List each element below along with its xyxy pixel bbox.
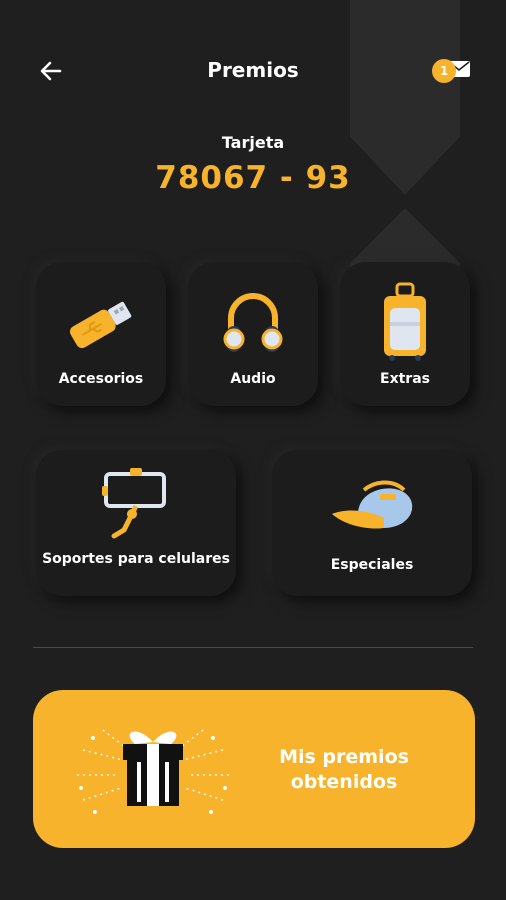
gift-icon bbox=[77, 729, 229, 814]
cap-icon bbox=[332, 480, 413, 529]
usb-drive-icon bbox=[69, 301, 132, 349]
category-soportes[interactable]: Soportes para celulares bbox=[36, 450, 236, 596]
category-label: Soportes para celulares bbox=[42, 551, 230, 567]
category-especiales[interactable]: Especiales bbox=[272, 450, 472, 596]
category-accesorios[interactable]: Accesorios bbox=[36, 262, 166, 406]
my-prizes-label: Mis premios obtenidos bbox=[279, 746, 409, 793]
app-header: Premios 1 bbox=[0, 40, 506, 100]
category-audio[interactable]: Audio bbox=[188, 262, 318, 406]
notification-badge: 1 bbox=[432, 59, 456, 83]
category-extras[interactable]: Extras bbox=[340, 262, 470, 406]
page-title: Premios bbox=[207, 58, 299, 82]
divider bbox=[33, 647, 473, 648]
card-number: 78067 - 93 bbox=[155, 160, 351, 196]
category-label: Especiales bbox=[330, 557, 414, 573]
selfie-stick-icon bbox=[102, 468, 166, 539]
suitcase-icon bbox=[384, 282, 426, 361]
category-label: Audio bbox=[230, 371, 276, 387]
messages-button[interactable]: 1 bbox=[432, 57, 474, 85]
my-prizes-button[interactable]: Mis premios obtenidos bbox=[33, 690, 475, 848]
card-label: Tarjeta bbox=[221, 133, 285, 152]
category-label: Extras bbox=[380, 371, 430, 387]
headphones-icon bbox=[223, 293, 283, 352]
category-label: Accesorios bbox=[58, 371, 144, 387]
